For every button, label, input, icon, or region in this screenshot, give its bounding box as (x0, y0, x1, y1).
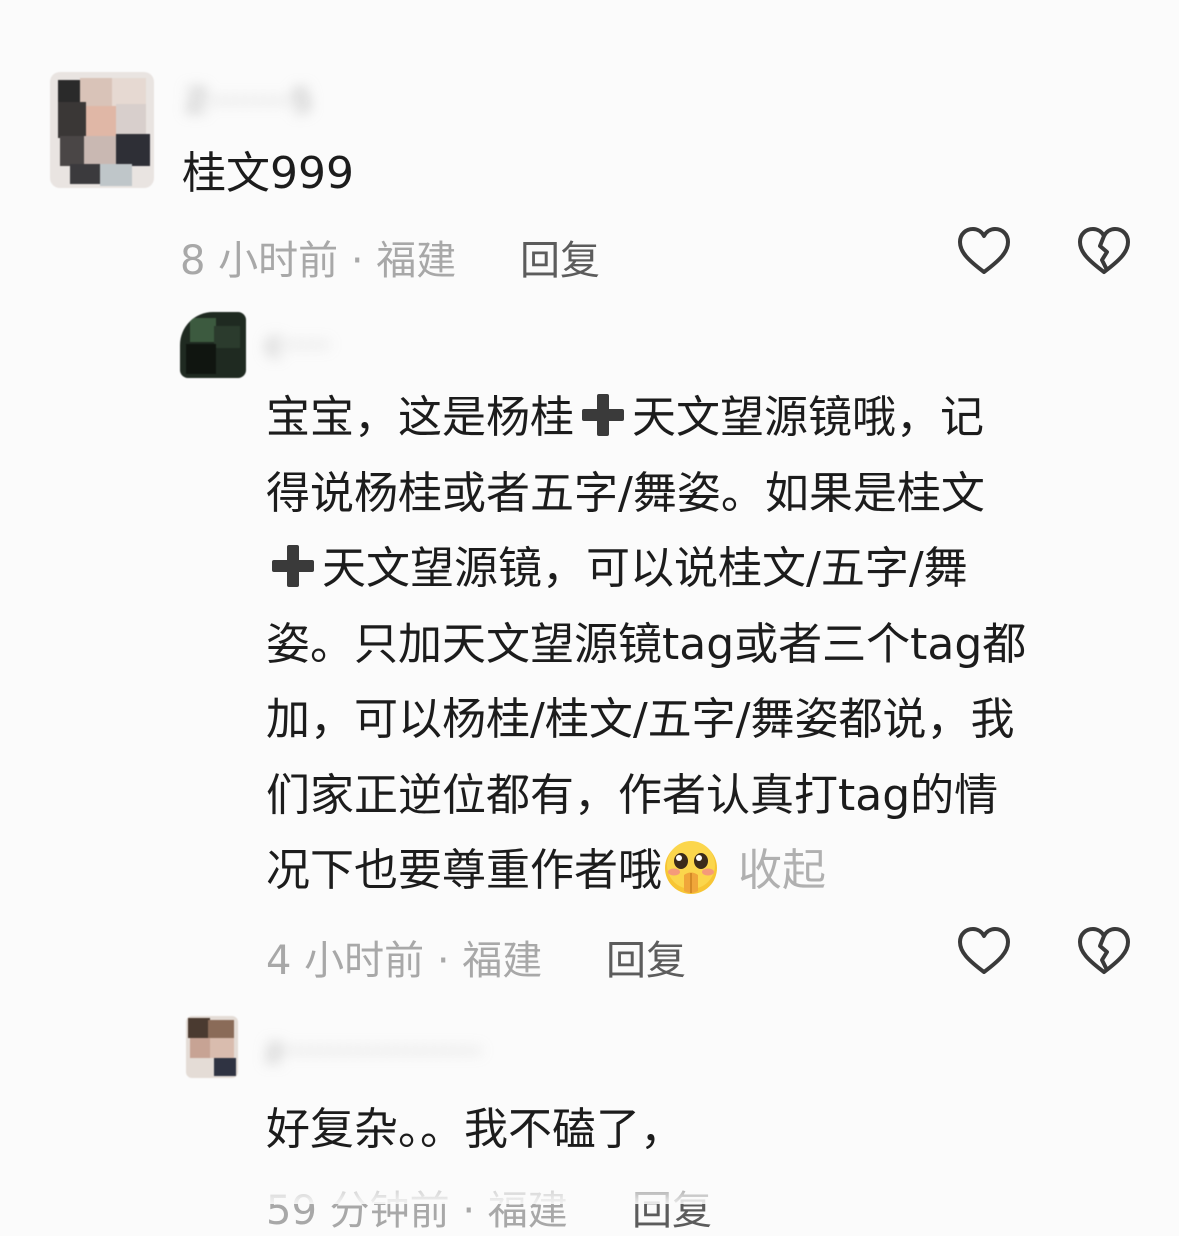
reply-text: 宝宝，这是杨桂 天文望源镜哦，记 得说杨桂或者五字/舞姿。如果是桂文 天文望源镜，… (266, 380, 1026, 909)
text-line: 得说杨桂或者五字/舞姿。如果是桂文 (266, 467, 985, 519)
username[interactable]: Z·········5 (186, 84, 311, 119)
reply-item: c····· 宝宝，这是杨桂 天文望源镜哦，记 得说杨桂或者五字/舞姿。如果是桂文… (0, 290, 1179, 1000)
comment-item: Z·········5 桂文999 8 小时前 · 福建 回复 (0, 0, 1179, 290)
text-line: 姿。只加天文望源镜tag或者三个tag都 (266, 618, 1027, 670)
avatar[interactable] (186, 1016, 238, 1078)
heart-outline-icon[interactable] (956, 224, 1012, 280)
text-line: 宝宝，这是杨桂 天文望源镜哦，记 (266, 380, 1026, 456)
pleading-face-hands-emoji-icon (665, 841, 717, 894)
username[interactable]: c····· (266, 328, 330, 363)
text-segment: 天文望源镜，可以说桂文/五字/舞 (322, 543, 968, 594)
reply-text: 好复杂。。我不磕了， (266, 1104, 684, 1155)
plus-icon (582, 394, 624, 436)
text-line: 们家正逆位都有，作者认真打tag的情 (266, 769, 999, 821)
scroll-fade (0, 1168, 1179, 1204)
text-segment: 天文望源镜哦，记 (632, 392, 984, 443)
comment-time-location: 8 小时前 · 福建 (180, 238, 457, 284)
text-line: 况下也要尊重作者哦 收起 (266, 833, 1026, 909)
comment-text: 桂文999 (182, 148, 354, 199)
avatar[interactable] (180, 312, 246, 378)
reply-button[interactable]: 回复 (606, 928, 686, 986)
collapse-link[interactable]: 收起 (738, 845, 826, 896)
heart-outline-icon[interactable] (956, 924, 1012, 980)
text-line: 加，可以杨桂/桂文/五字/舞姿都说，我 (266, 694, 1015, 745)
plus-icon (272, 545, 314, 587)
avatar[interactable] (50, 72, 154, 188)
text-line: 天文望源镜，可以说桂文/五字/舞 (266, 531, 1026, 607)
broken-heart-icon[interactable] (1076, 924, 1132, 980)
comment-time-location: 4 小时前 · 福建 (266, 938, 543, 984)
text-segment: 宝宝，这是杨桂 (266, 392, 574, 443)
username[interactable]: z····················· (266, 1034, 482, 1069)
text-segment: 况下也要尊重作者哦 (266, 845, 662, 896)
reply-button[interactable]: 回复 (520, 228, 600, 286)
broken-heart-icon[interactable] (1076, 224, 1132, 280)
